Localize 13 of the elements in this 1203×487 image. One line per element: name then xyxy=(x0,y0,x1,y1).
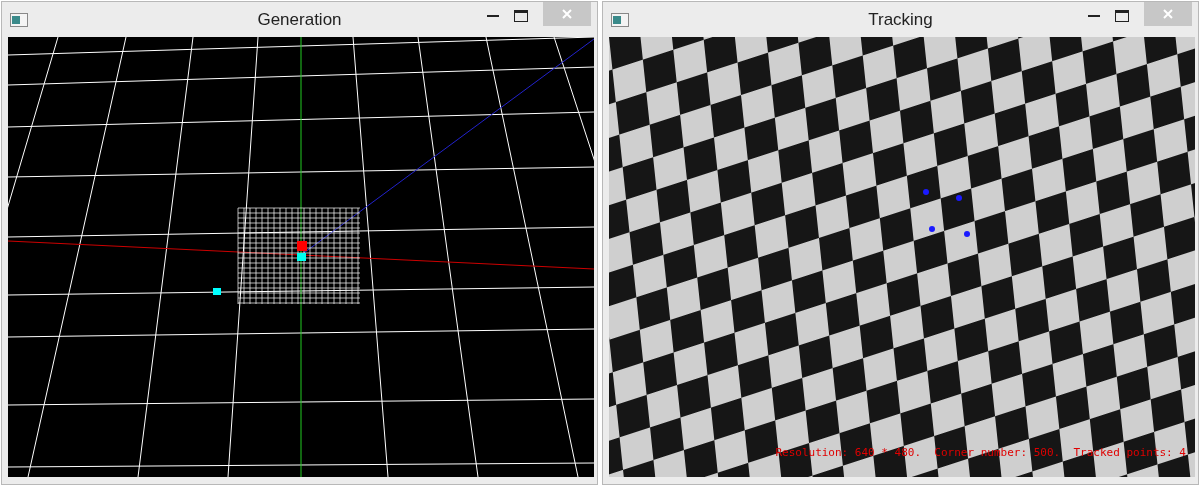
app-icon xyxy=(611,12,629,27)
close-icon xyxy=(562,9,572,19)
window-title: Tracking xyxy=(868,8,933,31)
close-icon xyxy=(1163,9,1173,19)
point-marker xyxy=(213,288,221,295)
maximize-icon xyxy=(514,10,528,22)
minimize-icon xyxy=(487,15,499,17)
window-title: Generation xyxy=(257,8,342,31)
origin-marker xyxy=(297,241,307,251)
point-marker xyxy=(297,253,306,261)
maximize-icon xyxy=(1115,10,1129,22)
app-icon xyxy=(10,12,28,27)
minimize-icon xyxy=(1088,15,1100,17)
